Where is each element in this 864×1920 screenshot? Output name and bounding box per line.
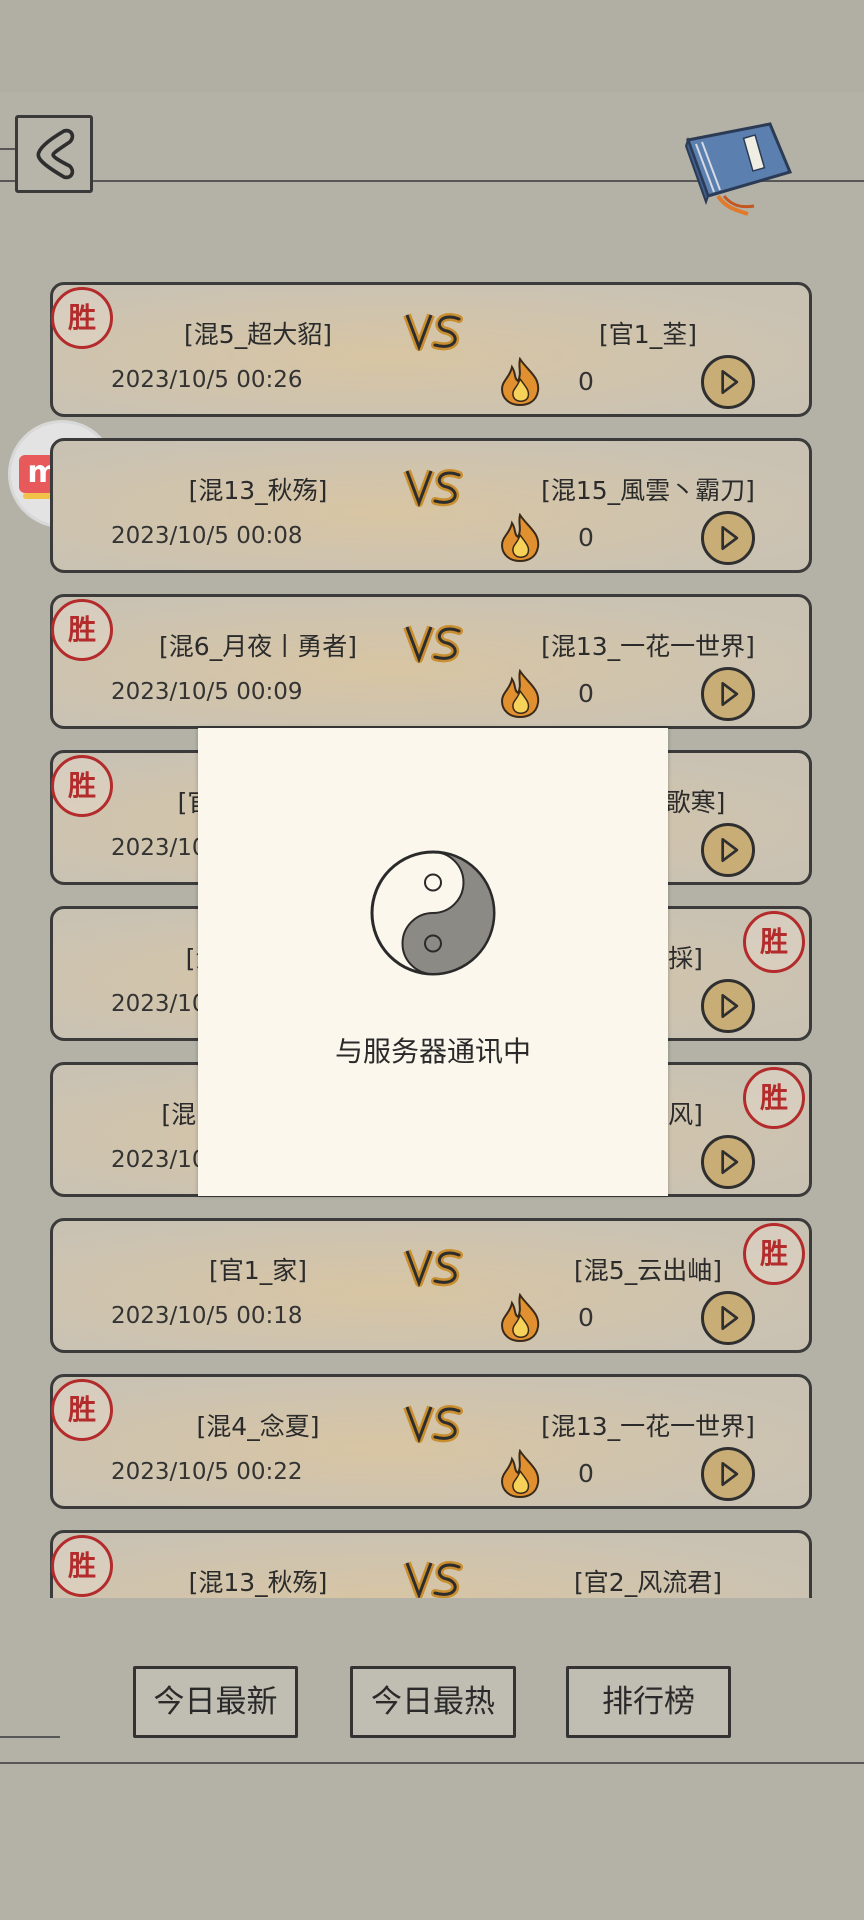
play-icon: [721, 994, 739, 1018]
match-time: 2023/10: [111, 991, 207, 1017]
vs-icon: [403, 469, 463, 508]
match-card[interactable]: 胜 [混4_念夏] [混13_一花一世界] 2023/10/5 00:22 0: [50, 1374, 812, 1509]
fire-icon: [500, 1293, 540, 1343]
tab-today-hottest[interactable]: 今日最热: [350, 1666, 516, 1738]
fire-icon: [500, 357, 540, 407]
heat-count: 0: [578, 1459, 594, 1488]
win-stamp: 胜: [51, 1379, 113, 1441]
vs-icon: [403, 1405, 463, 1444]
match-card[interactable]: 胜 [混13_秋殇] [官2_风流君]: [50, 1530, 812, 1598]
play-icon: [721, 682, 739, 706]
fire-icon: [500, 513, 540, 563]
left-player-name: [混4_念夏]: [196, 1412, 320, 1441]
match-time: 2023/10: [111, 835, 207, 861]
footer-divider-left: [0, 1736, 60, 1738]
match-card[interactable]: 胜 [官1_家] [混5_云出岫] 2023/10/5 00:18 0: [50, 1218, 812, 1353]
left-player-name: [混5_超大貂]: [184, 320, 332, 349]
match-card[interactable]: 胜 [混6_月夜丨勇者] [混13_一花一世界] 2023/10/5 00:09…: [50, 594, 812, 729]
right-player-name: [混5_云出岫]: [574, 1256, 722, 1285]
left-player-name: [混13_秋殇]: [188, 476, 328, 505]
left-player-name: [混6_月夜丨勇者]: [159, 632, 357, 661]
book-icon[interactable]: [678, 122, 800, 224]
play-icon: [721, 370, 739, 394]
loading-message: 与服务器通讯中: [334, 1035, 531, 1068]
match-time: 2023/10/5 00:18: [111, 1303, 303, 1329]
right-player-name: [官1_荃]: [599, 320, 697, 349]
match-card[interactable]: 胜 [混5_超大貂] [官1_荃] 2023/10/5 00:26 0: [50, 282, 812, 417]
tab-ranking[interactable]: 排行榜: [566, 1666, 731, 1738]
play-icon: [721, 1306, 739, 1330]
play-icon: [721, 526, 739, 550]
vs-icon: [403, 625, 463, 664]
tab-today-latest[interactable]: 今日最新: [133, 1666, 298, 1738]
right-player-name: [官2_风流君]: [574, 1568, 722, 1597]
replay-button[interactable]: [701, 979, 755, 1033]
match-time: 2023/10/5 00:09: [111, 679, 303, 705]
heat-count: 0: [578, 679, 594, 708]
match-time: 2023/10/5 00:22: [111, 1459, 303, 1485]
fire-icon: [500, 1449, 540, 1499]
replay-button[interactable]: [701, 1291, 755, 1345]
replay-button[interactable]: [701, 511, 755, 565]
win-stamp: 胜: [51, 599, 113, 661]
replay-button[interactable]: [701, 1447, 755, 1501]
back-chevron-icon: [36, 128, 75, 180]
right-player-name: [混15_風雲丶霸刀]: [541, 476, 755, 505]
vs-icon: [403, 1561, 463, 1598]
heat-count: 0: [578, 523, 594, 552]
vs-icon: [403, 1249, 463, 1288]
heat-count: 0: [578, 367, 594, 396]
play-icon: [721, 838, 739, 862]
match-time: 2023/10/5 00:08: [111, 523, 303, 549]
left-player-name: [混13_秋殇]: [188, 1568, 328, 1597]
heat-count: 0: [578, 1303, 594, 1332]
win-stamp: 胜: [51, 1535, 113, 1597]
right-player-name: [混13_一花一世界]: [541, 632, 755, 661]
win-stamp: 胜: [51, 755, 113, 817]
right-player-name: [混13_一花一世界]: [541, 1412, 755, 1441]
match-card[interactable]: [混13_秋殇] [混15_風雲丶霸刀] 2023/10/5 00:08 0: [50, 438, 812, 573]
play-icon: [721, 1150, 739, 1174]
fire-icon: [500, 669, 540, 719]
match-time: 2023/10: [111, 1147, 207, 1173]
win-stamp: 胜: [743, 1067, 805, 1129]
win-stamp: 胜: [743, 911, 805, 973]
replay-button[interactable]: [701, 667, 755, 721]
play-icon: [721, 1462, 739, 1486]
match-time: 2023/10/5 00:26: [111, 367, 303, 393]
replay-button[interactable]: [701, 355, 755, 409]
replay-button[interactable]: [701, 823, 755, 877]
loading-dialog: 与服务器通讯中: [198, 728, 668, 1196]
left-player-name: [官1_家]: [209, 1256, 307, 1285]
win-stamp: 胜: [51, 287, 113, 349]
vs-icon: [403, 313, 463, 352]
status-bar-area: [0, 0, 864, 92]
taiji-icon: [370, 850, 496, 976]
footer-divider: [0, 1762, 864, 1764]
back-button[interactable]: [15, 115, 93, 193]
replay-button[interactable]: [701, 1135, 755, 1189]
